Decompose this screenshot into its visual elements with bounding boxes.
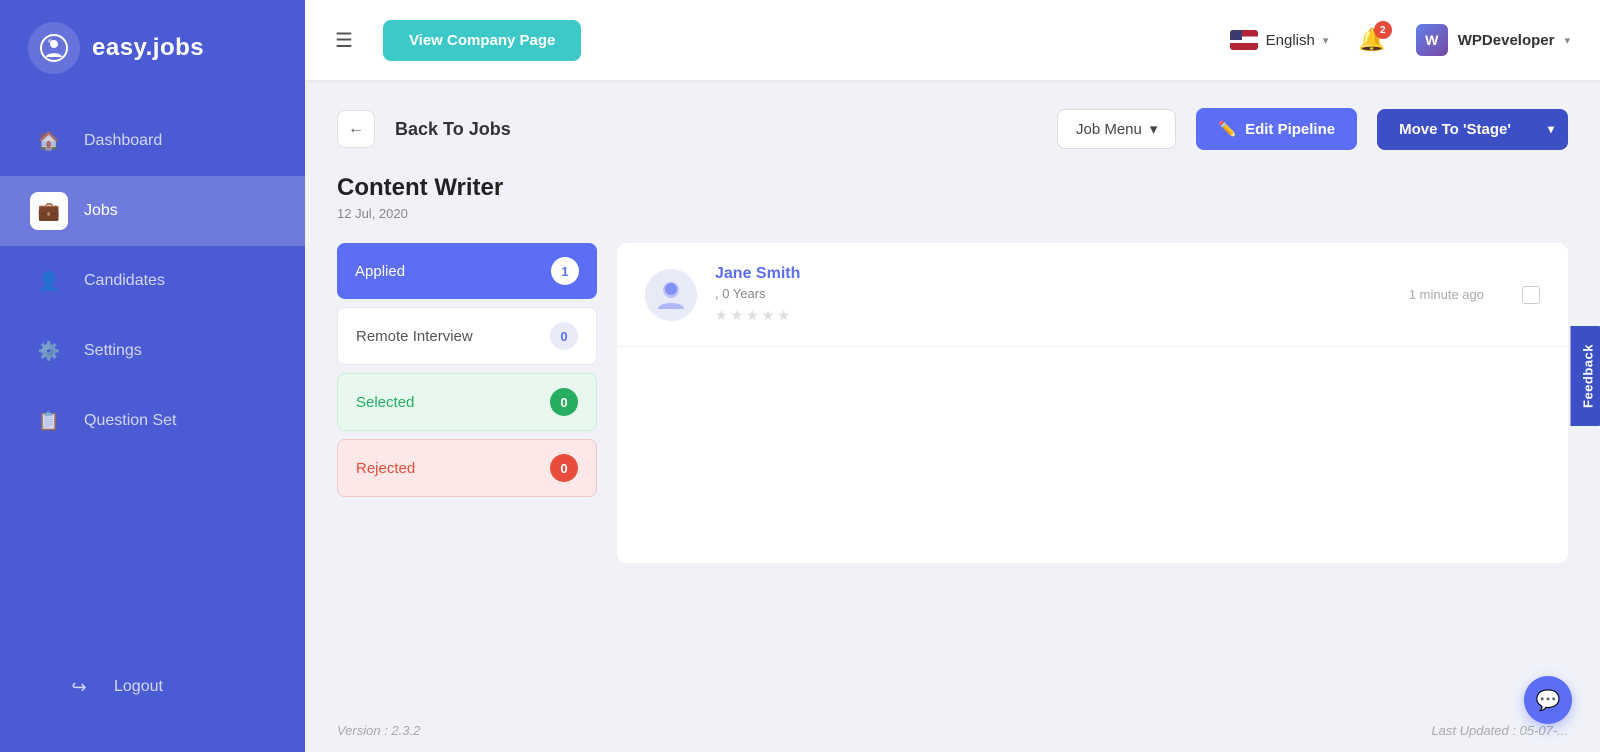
move-to-stage-label: Move To 'Stage' (1377, 109, 1533, 150)
notification-bell[interactable]: 🔔 2 (1358, 27, 1385, 53)
stage-selected-badge: 0 (550, 388, 578, 416)
jobs-icon: 💼 (30, 192, 68, 230)
sidebar-item-label: Candidates (84, 272, 165, 290)
sidebar-item-label: Question Set (84, 412, 177, 430)
feedback-tab[interactable]: Feedback (1571, 326, 1600, 426)
logout-button[interactable]: ↪ Logout (30, 652, 275, 722)
sidebar-item-label: Dashboard (84, 132, 162, 150)
move-to-stage-chevron-icon: ▾ (1534, 110, 1568, 148)
version-label: Version : 2.3.2 (337, 723, 420, 738)
star-4: ★ (762, 307, 775, 324)
stage-remote-interview-badge: 0 (550, 322, 578, 350)
candidate-time: 1 minute ago (1409, 287, 1484, 302)
settings-icon: ⚙️ (30, 332, 68, 370)
notification-badge: 2 (1374, 21, 1392, 39)
stage-remote-interview[interactable]: Remote Interview 0 (337, 307, 597, 365)
avatar (645, 269, 697, 321)
stage-applied-label: Applied (355, 263, 405, 280)
candidates-icon: 👤 (30, 262, 68, 300)
logo-text: easy.jobs (92, 34, 204, 62)
logo-icon (28, 22, 80, 74)
job-date: 12 Jul, 2020 (337, 206, 1568, 221)
logout-label: Logout (114, 678, 163, 696)
stage-selected-label: Selected (356, 394, 414, 411)
footer: Version : 2.3.2 Last Updated : 05-07-... (305, 709, 1600, 752)
stage-applied-badge: 1 (551, 257, 579, 285)
pipeline-stages: Applied 1 Remote Interview 0 Selected 0 … (337, 243, 597, 563)
table-row: Jane Smith , 0 Years ★ ★ ★ ★ ★ 1 minute … (617, 243, 1568, 347)
view-company-button[interactable]: View Company Page (383, 20, 581, 61)
sidebar-nav: 🏠 Dashboard 💼 Jobs 👤 Candidates ⚙️ Setti… (0, 96, 305, 632)
user-menu[interactable]: W WPDeveloper ▾ (1416, 24, 1570, 56)
star-2: ★ (731, 307, 744, 324)
job-menu-chevron-icon: ▾ (1150, 120, 1158, 138)
job-menu-label: Job Menu (1076, 121, 1142, 138)
question-set-icon: 📋 (30, 402, 68, 440)
user-name: WPDeveloper (1458, 32, 1555, 49)
move-to-stage-button[interactable]: Move To 'Stage' ▾ (1377, 109, 1568, 150)
chat-icon: 💬 (1536, 688, 1561, 713)
chat-button[interactable]: 💬 (1524, 676, 1572, 724)
home-icon: 🏠 (30, 122, 68, 160)
job-menu-button[interactable]: Job Menu ▾ (1057, 109, 1176, 149)
language-label: English (1266, 32, 1315, 49)
back-label: Back To Jobs (395, 119, 511, 140)
header: ☰ View Company Page English ▾ 🔔 2 W WPDe… (305, 0, 1600, 80)
stage-applied[interactable]: Applied 1 (337, 243, 597, 299)
candidate-checkbox[interactable] (1522, 286, 1540, 304)
sidebar-item-label: Jobs (84, 202, 118, 220)
sidebar-item-label: Settings (84, 342, 142, 360)
main-content: ☰ View Company Page English ▾ 🔔 2 W WPDe… (305, 0, 1600, 752)
sidebar-item-candidates[interactable]: 👤 Candidates (0, 246, 305, 316)
sidebar-item-jobs[interactable]: 💼 Jobs (0, 176, 305, 246)
edit-pipeline-label: Edit Pipeline (1245, 121, 1335, 138)
logout-icon: ↪ (60, 668, 98, 706)
sidebar-item-dashboard[interactable]: 🏠 Dashboard (0, 106, 305, 176)
logo-area: easy.jobs (0, 0, 305, 96)
candidate-info: Jane Smith , 0 Years ★ ★ ★ ★ ★ (715, 265, 1391, 324)
last-updated-label: Last Updated : 05-07-... (1431, 723, 1568, 738)
candidate-list: Jane Smith , 0 Years ★ ★ ★ ★ ★ 1 minute … (617, 243, 1568, 563)
star-5: ★ (777, 307, 790, 324)
edit-pipeline-button[interactable]: ✏️ Edit Pipeline (1196, 108, 1357, 150)
user-chevron-icon: ▾ (1564, 34, 1570, 47)
top-bar: ← Back To Jobs Job Menu ▾ ✏️ Edit Pipeli… (337, 108, 1568, 150)
candidate-rating: ★ ★ ★ ★ ★ (715, 307, 1391, 324)
candidate-name[interactable]: Jane Smith (715, 265, 1391, 283)
pipeline-area: Applied 1 Remote Interview 0 Selected 0 … (337, 243, 1568, 563)
pencil-icon: ✏️ (1218, 120, 1237, 138)
candidate-experience: , 0 Years (715, 286, 1391, 301)
stage-rejected-badge: 0 (550, 454, 578, 482)
stage-rejected[interactable]: Rejected 0 (337, 439, 597, 497)
chevron-down-icon: ▾ (1323, 34, 1329, 47)
language-selector[interactable]: English ▾ (1230, 30, 1329, 50)
flag-icon (1230, 30, 1258, 50)
page-content: ← Back To Jobs Job Menu ▾ ✏️ Edit Pipeli… (305, 80, 1600, 709)
sidebar-item-settings[interactable]: ⚙️ Settings (0, 316, 305, 386)
star-1: ★ (715, 307, 728, 324)
star-3: ★ (746, 307, 759, 324)
job-title: Content Writer (337, 174, 1568, 202)
job-title-section: Content Writer 12 Jul, 2020 (337, 174, 1568, 221)
sidebar: easy.jobs 🏠 Dashboard 💼 Jobs 👤 Candidate… (0, 0, 305, 752)
sidebar-item-question-set[interactable]: 📋 Question Set (0, 386, 305, 456)
stage-rejected-label: Rejected (356, 460, 415, 477)
user-logo-icon: W (1416, 24, 1448, 56)
stage-selected[interactable]: Selected 0 (337, 373, 597, 431)
logout-area: ↪ Logout (0, 632, 305, 752)
back-button[interactable]: ← (337, 110, 375, 148)
hamburger-icon[interactable]: ☰ (335, 28, 353, 53)
stage-remote-interview-label: Remote Interview (356, 328, 473, 345)
